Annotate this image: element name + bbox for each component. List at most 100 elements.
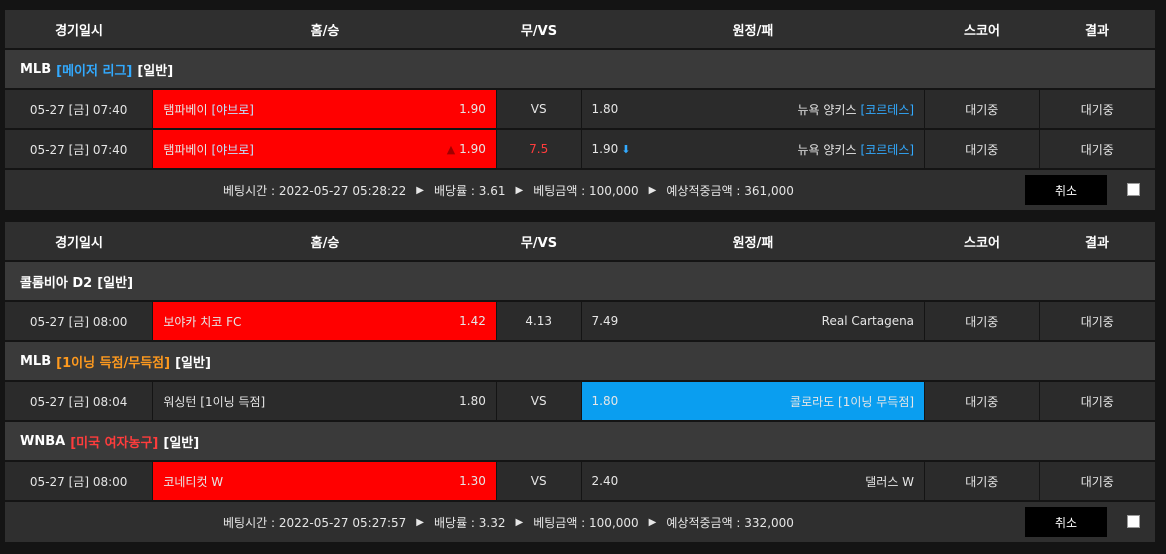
table-header: 경기일시 홈/승 무/VS 원정/패 스코어 결과 [5, 222, 1155, 260]
bet-slip-2: 경기일시 홈/승 무/VS 원정/패 스코어 결과 콜롬비아 D2 [일반] 0… [5, 222, 1156, 542]
league-row: MLB [메이저 리그] [일반] [5, 50, 1155, 88]
bet-info-bar: 베팅시간 : 2022-05-27 05:27:57 ▶ 배당률 : 3.32 … [5, 502, 1155, 542]
away-pick[interactable]: 1.80 콜로라도 [1이닝 무득점] [581, 382, 925, 420]
expected-win: 예상적중금액 : 332,000 [666, 515, 794, 530]
away-odd-wrap: 1.90 ⬇ [592, 142, 631, 156]
table-header: 경기일시 홈/승 무/VS 원정/패 스코어 결과 [5, 10, 1155, 48]
result-cell: 대기중 [1039, 90, 1156, 128]
league-name: MLB [20, 61, 52, 77]
draw-vs[interactable]: VS [496, 90, 581, 128]
bet-amount: 베팅금액 : 100,000 [533, 183, 639, 198]
result-cell: 대기중 [1039, 130, 1156, 168]
table-row: 05-27 [금] 07:40 탬파베이 [야브로] ▲ 1.90 7.5 1.9… [5, 130, 1156, 168]
league-row: WNBA [미국 여자농구] [일반] [5, 422, 1155, 460]
arrow-down-icon: ⬇ [621, 142, 631, 156]
bet-info-bar: 베팅시간 : 2022-05-27 05:28:22 ▶ 배당률 : 3.61 … [5, 170, 1155, 210]
cancel-button[interactable]: 취소 [1025, 175, 1107, 205]
home-team-name: 탬파베이 [163, 102, 208, 117]
away-odd: 7.49 [591, 314, 619, 328]
header-date: 경기일시 [55, 235, 103, 251]
triangle-right-icon: ▶ [515, 516, 524, 528]
triangle-right-icon: ▶ [515, 184, 524, 196]
bet-info-text: 베팅시간 : 2022-05-27 05:27:57 ▶ 배당률 : 3.32 … [223, 502, 794, 542]
away-odd: 1.90 [591, 142, 619, 156]
league-row: 콜롬비아 D2 [일반] [5, 262, 1155, 300]
score-cell: 대기중 [925, 90, 1039, 128]
league-type: [일반] [137, 63, 174, 79]
league-name: 콜롬비아 D2 [20, 275, 93, 291]
triangle-right-icon: ▶ [648, 516, 657, 528]
away-odd: 1.80 [591, 102, 619, 116]
league-name: MLB [20, 353, 52, 369]
home-odd: 1.90 [459, 142, 486, 156]
select-checkbox[interactable] [1127, 515, 1140, 528]
home-pick[interactable]: 코네티컷 W 1.30 [153, 462, 496, 500]
match-date: 05-27 [금] 08:04 [5, 382, 153, 420]
league-sub: [1이닝 득점/무득점] [56, 355, 171, 371]
score-cell: 대기중 [925, 302, 1039, 340]
home-odd: 1.42 [459, 314, 486, 328]
away-pitcher: [코르테스] [860, 102, 915, 117]
away-team: 뉴욕 양키스 [코르테스] [798, 141, 915, 158]
table-row: 05-27 [금] 08:00 코네티컷 W 1.30 VS 2.40 댈러스 … [5, 462, 1156, 500]
table-row: 05-27 [금] 07:40 탬파베이 [야브로] 1.90 VS 1.80 뉴… [5, 90, 1156, 128]
home-team-name: 보야카 치코 FC [163, 314, 242, 329]
league-type: [일반] [163, 435, 200, 451]
header-away: 원정/패 [732, 23, 774, 39]
match-date: 05-27 [금] 08:00 [5, 302, 153, 340]
away-pick[interactable]: 2.40 댈러스 W [581, 462, 925, 500]
away-team-name: Real Cartagena [821, 314, 915, 328]
draw-vs[interactable]: VS [496, 382, 581, 420]
home-odd-wrap: ▲ 1.90 [447, 142, 486, 156]
header-result: 결과 [1085, 23, 1109, 39]
header-home: 홈/승 [310, 235, 340, 251]
header-vs: 무/VS [520, 235, 558, 251]
home-odd: 1.30 [459, 474, 486, 488]
bet-rate: 배당률 : 3.32 [433, 515, 506, 530]
home-odd: 1.90 [459, 102, 486, 116]
home-pick[interactable]: 탬파베이 [야브로] ▲ 1.90 [153, 130, 496, 168]
header-away: 원정/패 [732, 235, 774, 251]
away-odd: 1.80 [591, 394, 619, 408]
header-result: 결과 [1085, 235, 1109, 251]
match-date: 05-27 [금] 07:40 [5, 90, 153, 128]
handicap-value[interactable]: 7.5 [496, 130, 581, 168]
expected-win: 예상적중금액 : 361,000 [666, 183, 794, 198]
league-type: [일반] [175, 355, 211, 371]
away-pick[interactable]: 1.80 뉴욕 양키스 [코르테스] [581, 90, 925, 128]
bet-slip-1: 경기일시 홈/승 무/VS 원정/패 스코어 결과 MLB [메이저 리그] [… [5, 10, 1156, 210]
home-pick[interactable]: 보야카 치코 FC 1.42 [153, 302, 496, 340]
select-checkbox[interactable] [1127, 183, 1140, 196]
table-row: 05-27 [금] 08:00 보야카 치코 FC 1.42 4.13 7.49… [5, 302, 1156, 340]
header-date: 경기일시 [55, 23, 103, 39]
away-team-name: 뉴욕 양키스 [797, 102, 857, 117]
draw-odd[interactable]: 4.13 [496, 302, 581, 340]
home-team-name: 탬파베이 [163, 142, 208, 157]
league-sub: [미국 여자농구] [70, 435, 159, 451]
header-vs: 무/VS [520, 23, 558, 39]
table-row: 05-27 [금] 08:04 워싱턴 [1이닝 득점] 1.80 VS 1.8… [5, 382, 1156, 420]
home-team: 탬파베이 [야브로] [163, 141, 254, 158]
header-score: 스코어 [964, 235, 1000, 251]
home-pick[interactable]: 워싱턴 [1이닝 득점] 1.80 [153, 382, 496, 420]
result-cell: 대기중 [1039, 382, 1156, 420]
league-row: MLB [1이닝 득점/무득점] [일반] [5, 342, 1155, 380]
home-pitcher: [야브로] [211, 102, 254, 117]
bet-rate: 배당률 : 3.61 [433, 183, 506, 198]
score-cell: 대기중 [925, 130, 1039, 168]
home-pitcher: [야브로] [211, 142, 254, 157]
home-pick[interactable]: 탬파베이 [야브로] 1.90 [153, 90, 496, 128]
away-pitcher: [코르테스] [860, 142, 915, 157]
score-cell: 대기중 [925, 462, 1039, 500]
result-cell: 대기중 [1039, 302, 1156, 340]
away-team-name: 뉴욕 양키스 [797, 142, 857, 157]
match-date: 05-27 [금] 08:00 [5, 462, 153, 500]
match-date: 05-27 [금] 07:40 [5, 130, 153, 168]
bet-time: 베팅시간 : 2022-05-27 05:27:57 [223, 515, 407, 530]
away-pick[interactable]: 1.90 ⬇ 뉴욕 양키스 [코르테스] [581, 130, 925, 168]
draw-vs[interactable]: VS [496, 462, 581, 500]
away-pick[interactable]: 7.49 Real Cartagena [581, 302, 925, 340]
league-sub: [메이저 리그] [56, 63, 133, 79]
header-score: 스코어 [964, 23, 1000, 39]
cancel-button[interactable]: 취소 [1025, 507, 1107, 537]
